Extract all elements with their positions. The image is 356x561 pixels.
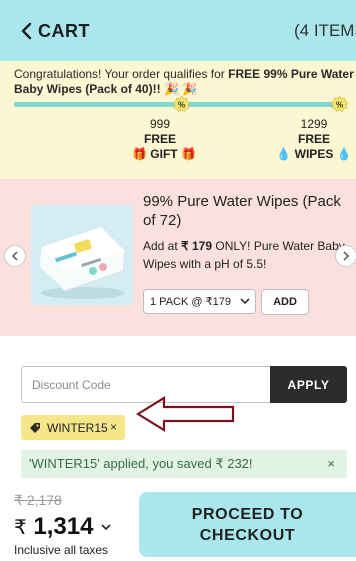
apply-discount-button[interactable]: APPLY [270,366,347,403]
wipes-pack-image [31,205,133,305]
product-image[interactable] [31,205,133,305]
badge-percent: % [336,101,343,110]
success-message: 'WINTER15' applied, you saved ₹ 232! [29,456,253,471]
product-title[interactable]: 99% Pure Water Wipes (Pack of 72) [143,192,343,230]
chevron-down-icon[interactable] [100,522,112,532]
carousel-prev-button[interactable] [4,245,26,267]
total-price[interactable]: ₹ 1,314 [14,513,93,541]
milestone-wipes: 1299 FREE 💧 WIPES 💧 [276,117,352,162]
discount-success-banner: 'WINTER15' applied, you saved ₹ 232! × [21,450,347,478]
tax-note: Inclusive all taxes [14,543,109,557]
total-amount: 1,314 [33,513,94,540]
add-to-cart-button[interactable]: ADD [261,289,309,315]
currency-symbol: ₹ [14,517,27,539]
milestone-label: 💧 WIPES 💧 [276,147,352,161]
applied-coupon-chip: WINTER15 × [21,415,125,440]
chevron-left-icon [11,251,18,261]
back-chevron-icon[interactable] [20,22,34,40]
product-description: Add at ₹ 179 ONLY! Pure Water Baby Wipes… [143,237,348,273]
free-gift-progress: Congratulations! Your order qualifies fo… [0,61,356,179]
cart-header: CART (4 ITEMS [0,0,356,61]
page-title: CART [38,21,90,41]
dismiss-banner-button[interactable]: × [327,456,335,471]
pack-size-select[interactable]: 1 PACK @ ₹179 [143,289,256,314]
congrats-prefix: Congratulations! Your order qualifies fo… [14,67,229,81]
milestone-label: 🎁 GIFT 🎁 [132,147,196,161]
tag-icon [30,422,40,433]
discount-badge-icon: % [173,96,190,112]
badge-percent: % [178,101,185,110]
upsell-carousel: 99% Pure Water Wipes (Pack of 72) Add at… [0,179,356,336]
desc-price: ₹ 179 [181,239,213,253]
annotation-arrow-icon [136,396,235,432]
congrats-message: Congratulations! Your order qualifies fo… [14,67,354,97]
milestone-free: FREE [297,132,330,146]
party-emoji: 🎉 🎉 [163,82,198,96]
proceed-to-checkout-button[interactable]: PROCEED TO CHECKOUT [139,492,356,557]
cart-item-count: (4 ITEMS [294,21,356,40]
chevron-down-icon [240,298,250,305]
milestone-amount: 1299 [300,117,328,131]
milestone-gift: 999 FREE 🎁 GIFT 🎁 [132,117,196,162]
carousel-next-button[interactable] [335,245,356,267]
discount-badge-icon: % [331,96,348,112]
remove-coupon-button[interactable]: × [110,420,117,434]
chevron-right-icon [343,251,350,261]
milestone-amount: 999 [149,117,171,131]
coupon-code: WINTER15 [47,420,108,435]
desc-prefix: Add at [143,239,182,253]
pack-size-value: 1 PACK @ ₹179 [150,296,231,308]
milestone-free: FREE [143,132,176,146]
original-price: ₹ 2,178 [14,492,62,508]
checkout-label: PROCEED TO CHECKOUT [191,505,304,544]
